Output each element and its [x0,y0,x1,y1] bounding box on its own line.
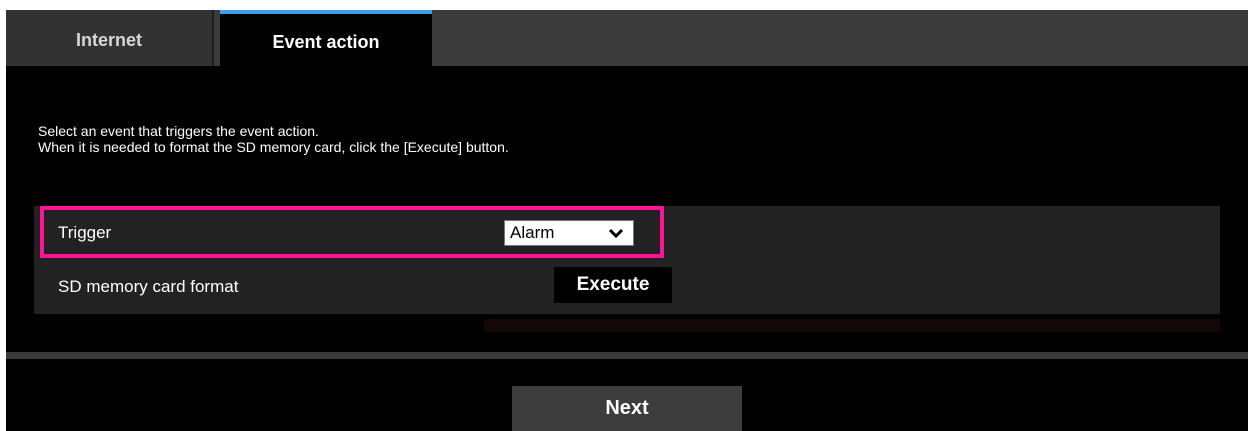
description-line-2: When it is needed to format the SD memor… [38,139,509,155]
panel-shadow-strip [484,319,1220,332]
tab-internet[interactable]: Internet [6,10,214,66]
tab-event-action[interactable]: Event action [220,10,432,66]
next-button[interactable]: Next [512,386,742,431]
description-line-1: Select an event that triggers the event … [38,123,319,139]
main-window: Internet Event action Select an event th… [6,10,1248,431]
divider [6,352,1248,359]
execute-button[interactable]: Execute [554,267,672,303]
tab-bar: Internet Event action [6,10,1248,66]
sd-format-label: SD memory card format [58,277,239,296]
trigger-highlight-box [40,206,664,258]
description: Select an event that triggers the event … [38,123,509,155]
tab-internet-label: Internet [75,29,142,50]
tab-event-action-label: Event action [272,31,380,52]
